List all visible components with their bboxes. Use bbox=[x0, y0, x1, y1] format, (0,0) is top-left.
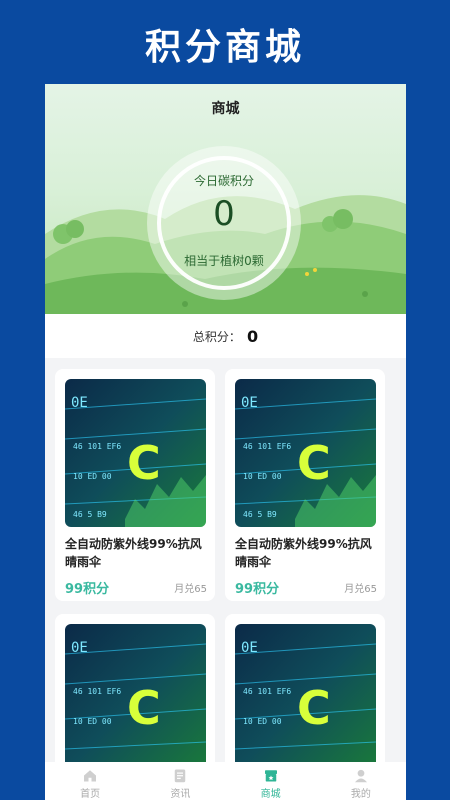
page-title: 商城 bbox=[211, 101, 240, 117]
tab-profile[interactable]: 我的 bbox=[331, 762, 391, 800]
svg-text:10 ED 00: 10 ED 00 bbox=[73, 472, 112, 481]
svg-text:46 101 EF6: 46 101 EF6 bbox=[73, 442, 121, 451]
tab-label: 商城 bbox=[260, 789, 281, 800]
tab-label: 首页 bbox=[80, 789, 101, 800]
tab-label: 我的 bbox=[350, 789, 371, 800]
svg-text:C: C bbox=[297, 436, 331, 490]
store-icon bbox=[264, 770, 277, 782]
phone-screen: 商城 今日碳积分 0 相当于植树0颗 总积分： 0 0E 46 101 EF6 … bbox=[45, 84, 406, 800]
product-image: 0E 46 101 EF6 10 ED 00 C bbox=[65, 624, 206, 772]
total-points-value: 0 bbox=[246, 326, 259, 346]
product-card[interactable]: 0E 46 101 EF6 10 ED 00 46 5 B9 C 全自动防紫外线… bbox=[55, 369, 215, 601]
product-points: 99积分 bbox=[65, 582, 110, 597]
total-points-label: 总积分： bbox=[192, 329, 241, 344]
svg-text:10 ED 00: 10 ED 00 bbox=[243, 472, 282, 481]
tab-home[interactable]: 首页 bbox=[60, 762, 120, 800]
today-carbon-label: 今日碳积分 bbox=[193, 174, 254, 188]
tab-label: 资讯 bbox=[170, 789, 191, 800]
svg-text:0E: 0E bbox=[241, 395, 258, 411]
svg-text:46 101 EF6: 46 101 EF6 bbox=[243, 687, 291, 696]
tree-equivalent-text: 相当于植树0颗 bbox=[184, 254, 264, 268]
tab-news[interactable]: 资讯 bbox=[150, 762, 210, 800]
svg-text:0E: 0E bbox=[241, 640, 258, 656]
svg-text:46 101 EF6: 46 101 EF6 bbox=[73, 687, 121, 696]
product-name: 全自动防紫外线99%抗风晴雨伞 bbox=[235, 537, 372, 569]
svg-text:10 ED 00: 10 ED 00 bbox=[73, 717, 112, 726]
svg-text:10 ED 00: 10 ED 00 bbox=[243, 717, 282, 726]
svg-text:0E: 0E bbox=[71, 395, 88, 411]
today-carbon-value: 0 bbox=[213, 194, 235, 234]
svg-text:C: C bbox=[297, 681, 331, 735]
product-name: 全自动防紫外线99%抗风晴雨伞 bbox=[65, 537, 202, 569]
product-image: 0E 46 101 EF6 10 ED 00 46 5 B9 C bbox=[235, 379, 376, 527]
news-icon bbox=[175, 769, 186, 783]
banner-title: 积分商城 bbox=[144, 27, 305, 68]
svg-text:C: C bbox=[127, 681, 161, 735]
product-image: 0E 46 101 EF6 10 ED 00 C bbox=[235, 624, 376, 772]
svg-text:46 101 EF6: 46 101 EF6 bbox=[243, 442, 291, 451]
profile-icon bbox=[354, 769, 367, 783]
product-monthly-redeemed: 月兑65 bbox=[344, 584, 377, 595]
product-image: 0E 46 101 EF6 10 ED 00 46 5 B9 C bbox=[65, 379, 206, 527]
svg-text:46 5 B9: 46 5 B9 bbox=[73, 510, 107, 519]
svg-text:46 5 B9: 46 5 B9 bbox=[243, 510, 277, 519]
tab-store[interactable]: 商城 bbox=[241, 762, 301, 800]
total-points-bar: 总积分： 0 bbox=[45, 314, 406, 358]
carbon-hero: 商城 今日碳积分 0 相当于植树0颗 bbox=[45, 84, 406, 314]
product-card[interactable]: 0E 46 101 EF6 10 ED 00 46 5 B9 C 全自动防紫外线… bbox=[225, 369, 385, 601]
svg-text:C: C bbox=[127, 436, 161, 490]
home-icon bbox=[84, 770, 97, 782]
bottom-tab-bar: 首页 资讯 商城 我的 bbox=[45, 762, 406, 800]
svg-text:0E: 0E bbox=[71, 640, 88, 656]
product-points: 99积分 bbox=[235, 582, 280, 597]
product-monthly-redeemed: 月兑65 bbox=[174, 584, 207, 595]
